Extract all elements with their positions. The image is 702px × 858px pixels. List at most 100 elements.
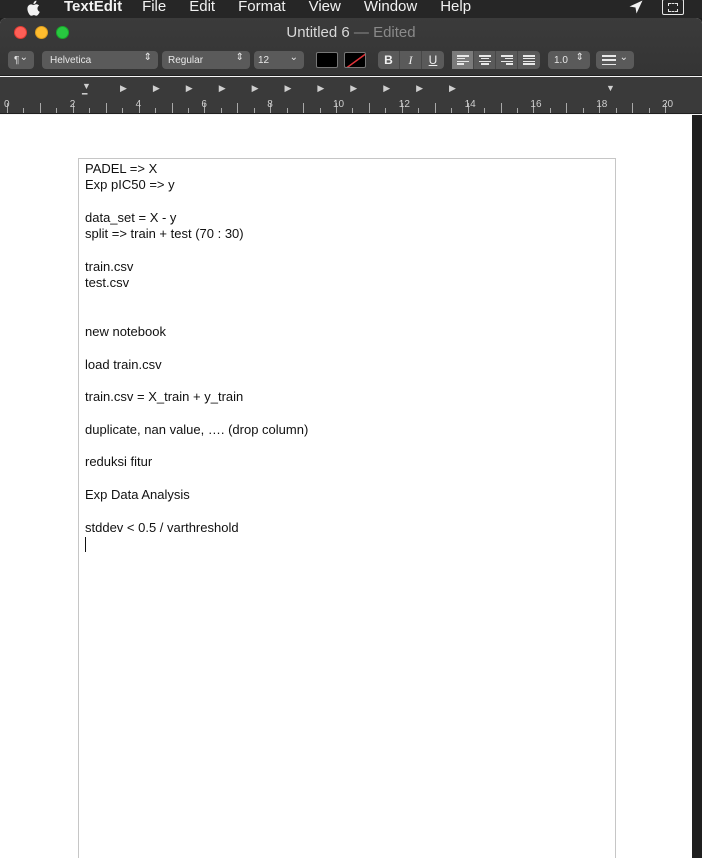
menu-edit[interactable]: Edit (189, 0, 215, 15)
chevron-down-icon: ⌄ (289, 52, 298, 63)
ruler-tick (516, 108, 518, 113)
bold-button[interactable]: B (378, 51, 400, 69)
text-line[interactable] (85, 471, 609, 487)
text-line[interactable]: Exp pIC50 => y (85, 177, 609, 193)
ruler-tick (632, 103, 634, 113)
menu-app-name[interactable]: TextEdit (64, 0, 122, 15)
ruler-number: 14 (464, 99, 476, 110)
text-line[interactable] (85, 291, 609, 307)
ruler-tick (484, 108, 486, 113)
ruler-tick (171, 103, 173, 113)
tab-stop-marker[interactable]: ▶ (317, 83, 324, 94)
text-line[interactable] (85, 340, 609, 356)
text-line[interactable]: PADEL => X (85, 161, 609, 177)
ruler-number: 10 (333, 99, 345, 110)
left-indent-marker[interactable]: ━ (82, 89, 87, 100)
text-line[interactable] (85, 308, 609, 324)
ruler-tick (122, 108, 124, 113)
screenshot-icon[interactable] (662, 0, 684, 15)
text-style-segment: B I U (378, 51, 444, 69)
document-page[interactable]: PADEL => X Exp pIC50 => y data_set = X - y… (78, 158, 616, 858)
menu-file[interactable]: File (142, 0, 166, 15)
document-scroll-area[interactable]: PADEL => X Exp pIC50 => y data_set = X - y… (0, 115, 702, 858)
tab-stop-marker[interactable]: ▶ (120, 83, 127, 94)
chevron-down-icon: ⌄ (619, 52, 628, 63)
text-line[interactable] (85, 373, 609, 389)
location-arrow-icon[interactable] (628, 0, 644, 15)
italic-button[interactable]: I (400, 51, 422, 69)
text-line[interactable] (85, 194, 609, 210)
ruler-tick (23, 108, 25, 113)
align-left-button[interactable] (452, 51, 474, 69)
text-line[interactable]: duplicate, nan value, …. (drop column) (85, 422, 609, 438)
text-line[interactable]: test.csv (85, 275, 609, 291)
text-line[interactable]: train.csv (85, 259, 609, 275)
updown-arrows-icon: ⇕ (143, 52, 152, 63)
text-line[interactable]: stddev < 0.5 / varthreshold (85, 520, 609, 536)
font-family-value: Helvetica (50, 54, 92, 66)
text-line[interactable]: Exp Data Analysis (85, 487, 609, 503)
ruler-tick (187, 108, 189, 113)
ruler-number: 6 (201, 99, 207, 110)
text-line[interactable] (85, 242, 609, 258)
tab-stop-marker[interactable]: ▶ (350, 83, 357, 94)
text-line[interactable]: data_set = X - y (85, 210, 609, 226)
right-indent-marker[interactable]: ▼ (606, 83, 615, 93)
align-right-icon (500, 55, 513, 65)
font-size-combo[interactable]: 12 ⌄ (254, 51, 304, 69)
edited-status: Edited (373, 24, 416, 41)
text-line[interactable]: reduksi fitur (85, 454, 609, 470)
tab-stop-marker[interactable]: ▶ (449, 83, 456, 94)
align-right-button[interactable] (496, 51, 518, 69)
font-family-popup[interactable]: Helvetica ⇕ (42, 51, 158, 69)
ruler-tick (303, 103, 305, 113)
tab-stop-marker[interactable]: ▶ (383, 83, 390, 94)
text-color-well[interactable] (316, 52, 338, 68)
menu-format[interactable]: Format (238, 0, 286, 15)
menu-view[interactable]: View (309, 0, 341, 15)
background-color-well[interactable] (344, 52, 366, 68)
ruler-tick (89, 108, 91, 113)
ruler-number: 2 (69, 99, 76, 110)
window-title: Untitled 6 — Edited (0, 24, 702, 41)
ruler-tick (648, 108, 650, 113)
align-justify-button[interactable] (518, 51, 540, 69)
chevron-down-icon: ⌄ (19, 52, 28, 63)
align-center-button[interactable] (474, 51, 496, 69)
text-line[interactable]: load train.csv (85, 357, 609, 373)
menu-bar: TextEdit File Edit Format View Window He… (0, 0, 702, 18)
line-spacing-popup[interactable]: 1.0 ⇕ (548, 51, 590, 69)
text-line[interactable] (85, 405, 609, 421)
vertical-scrollbar[interactable] (692, 115, 702, 858)
text-line[interactable]: new notebook (85, 324, 609, 340)
ruler-number: 18 (596, 99, 608, 110)
ruler-tick (582, 108, 584, 113)
ruler-tick (39, 103, 41, 113)
ruler-tick (500, 103, 502, 113)
paragraph-style-popup[interactable]: ¶ ⌄ (8, 51, 34, 69)
ruler-tick (56, 108, 58, 113)
updown-arrows-icon: ⇕ (575, 52, 584, 63)
text-line[interactable]: split => train + test (70 : 30) (85, 226, 609, 242)
tab-stop-marker[interactable]: ▶ (219, 83, 226, 94)
text-line[interactable]: train.csv = X_train + y_train (85, 389, 609, 405)
apple-menu-icon[interactable] (24, 0, 42, 16)
text-line[interactable] (85, 503, 609, 519)
font-style-popup[interactable]: Regular ⇕ (162, 51, 250, 69)
ruler-tick (368, 103, 370, 113)
ruler-number: 0 (4, 99, 10, 110)
ruler-tick (615, 108, 617, 113)
menu-window[interactable]: Window (364, 0, 417, 15)
tab-stop-marker[interactable]: ▶ (153, 83, 160, 94)
tab-stop-marker[interactable]: ▶ (416, 83, 423, 94)
ruler-number: 4 (135, 99, 142, 110)
menu-help[interactable]: Help (440, 0, 471, 15)
tab-stop-marker[interactable]: ▶ (252, 83, 259, 94)
tab-stop-marker[interactable]: ▶ (285, 83, 292, 94)
text-line[interactable] (85, 438, 609, 454)
underline-button[interactable]: U (422, 51, 444, 69)
list-style-popup[interactable]: ⌄ (596, 51, 634, 69)
tab-stop-marker[interactable]: ▶ (186, 83, 193, 94)
ruler-tick (220, 108, 222, 113)
ruler[interactable]: ▼ ━ ▼ ▶ ▶ ▶ ▶ ▶ ▶ ▶ ▶ ▶ ▶ ▶ 0 2 4 6 8 10 12 14 16 18 20 (0, 77, 702, 114)
